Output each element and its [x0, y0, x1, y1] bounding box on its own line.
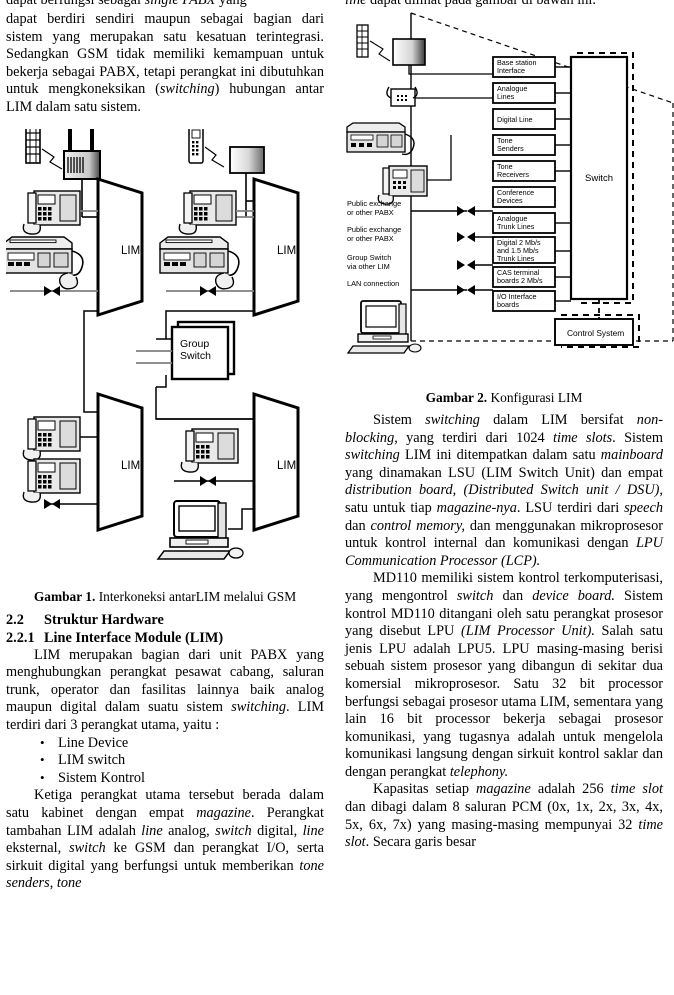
left-paragraph-1: dapat berdiri sendiri maupun sebagai bag… [6, 11, 324, 115]
left-label-1-line1: Public exchange [347, 225, 401, 234]
desk-phone [178, 189, 237, 235]
figure-2-caption-label: Gambar 2. [425, 390, 488, 405]
group-switch-label-line2: Switch [180, 350, 211, 362]
device-box-digital-trunk-lines: Digital 2 Mb/s and 1.5 Mb/s Trunk Lines [492, 236, 571, 264]
right-clipped-text: line dapat dilihat pada gambar di bawah … [345, 0, 596, 8]
left-paragraph-2: LIM merupakan bagian dari unit PABX yang… [6, 646, 324, 733]
figure-2-caption: Gambar 2. Konfigurasi LIM [345, 389, 663, 406]
figure-2-konfigurasi-lim: Public exchange or other PABX Public exc… [345, 11, 674, 381]
device-box-base-station-interface: Base station Interface [492, 56, 571, 78]
device-board-boxes: Base station Interface Analogue Lines Di… [492, 56, 571, 312]
trunk-line-bottom-left [44, 498, 98, 509]
right-paragraph-1: Sistem switching dalam LIM bersifat non-… [345, 412, 664, 569]
left-clipped-line: dapat berfungsi sebagai single PABX yang [6, 0, 324, 9]
heading-2-2: 2.2 Struktur Hardware [6, 611, 324, 629]
device-box-5-line2: Devices [497, 196, 523, 205]
desk-phone [22, 457, 81, 503]
device-box-1-line2: Lines [497, 92, 515, 101]
device-box-conference-devices: Conference Devices [492, 186, 556, 208]
fax-phone [6, 235, 84, 290]
left-label-2-line1: Group Switch [347, 253, 391, 262]
trunk-line-bottom-right [174, 475, 254, 486]
desk-phone [180, 427, 239, 473]
figure-1-svg: LIM LIM Group Switch LIM LIM [6, 128, 300, 560]
lim-components-list: Line Device LIM switch Sistem Kontrol [6, 734, 324, 788]
heading-2-2-1-number: 2.2.1 [6, 629, 35, 646]
trunk-line-left [10, 285, 98, 296]
device-box-tone-receivers: Tone Receivers [492, 160, 571, 182]
device-box-cas-terminal-boards: CAS terminal boards 2 Mb/s [492, 266, 571, 288]
figure-1-caption: Gambar 1. Interkoneksi antarLIM melalui … [6, 588, 324, 605]
device-box-digital-line: Digital Line [492, 108, 571, 130]
fax-phone [159, 235, 240, 290]
device-box-0-line2: Interface [497, 66, 525, 75]
list-item: Sistem Kontrol [6, 769, 324, 788]
left-label-1-line2: or other PABX [347, 234, 394, 243]
bts-tower-icon [356, 24, 391, 62]
lim-label: LIM [277, 245, 296, 257]
control-system-label: Control System [567, 328, 624, 338]
heading-2-2-number: 2.2 [6, 611, 24, 628]
device-box-3-line2: Senders [497, 144, 524, 153]
lim-label: LIM [121, 245, 140, 257]
device-box-6-line2: Trunk Lines [497, 222, 535, 231]
lim-label: LIM [277, 460, 296, 472]
figure-1-interkoneksi-antarlim: LIM LIM Group Switch LIM LIM [6, 128, 324, 584]
device-box-7-line3: Trunk Lines [497, 254, 535, 263]
figure-1-caption-label: Gambar 1. [33, 588, 96, 604]
heading-2-2-title: Struktur Hardware [44, 611, 164, 628]
device-box-tone-senders: Tone Senders [492, 134, 571, 156]
right-paragraph-2: MD110 memiliki sistem kontrol terkompute… [345, 570, 663, 780]
document-page: dapat berfungsi sebagai single PABX yang… [0, 0, 674, 995]
device-box-2-line1: Digital Line [497, 115, 533, 124]
computer-icon [346, 300, 422, 354]
right-paragraph-3: Kapasitas setiap magazine adalah 256 tim… [345, 781, 663, 851]
mobile-phone-right [188, 128, 225, 168]
desk-phone [22, 189, 81, 235]
fax-machine-icon [346, 122, 415, 156]
switch-label: Switch [585, 173, 613, 184]
list-item: Line Device [6, 734, 324, 753]
device-box-analogue-lines: Analogue Lines [492, 82, 571, 104]
figure-2-svg: Public exchange or other PABX Public exc… [346, 12, 674, 354]
external-connection-labels: Public exchange or other PABX Public exc… [347, 199, 493, 295]
heading-2-2-1: 2.2.1 Line Interface Module (LIM) [6, 629, 324, 647]
heading-2-2-1-title: Line Interface Module (LIM) [44, 629, 224, 646]
bts-tower-left [25, 128, 63, 170]
device-box-9-line2: boards [497, 300, 519, 309]
device-box-8-line2: boards 2 Mb/s [497, 276, 543, 285]
group-switch-node: Group Switch [136, 320, 236, 388]
base-station-unit-icon [392, 38, 493, 75]
device-box-analogue-trunk-lines: Analogue Trunk Lines [492, 212, 571, 234]
left-label-2-line2: via other LIM [347, 262, 390, 271]
group-switch-label-line1: Group [180, 338, 209, 350]
left-label-0-line1: Public exchange [347, 199, 401, 208]
control-system-block: Control System [554, 314, 640, 348]
lim-label: LIM [121, 460, 140, 472]
list-item: LIM switch [6, 751, 324, 770]
desk-phone [22, 415, 81, 461]
computer-workstation [156, 499, 244, 560]
left-column: dapat berfungsi sebagai single PABX yang… [6, 0, 324, 893]
analogue-phone-icon [386, 86, 493, 107]
figure-2-caption-text: Konfigurasi LIM [490, 390, 583, 405]
left-label-0-line2: or other PABX [347, 208, 394, 217]
switch-block: Switch [569, 52, 634, 319]
left-paragraph-3: Ketiga perangkat utama tersebut berada d… [6, 787, 325, 892]
right-column: line dapat dilihat pada gambar di bawah … [345, 0, 674, 852]
left-clipped-text: dapat berfungsi sebagai single PABX yang [6, 0, 247, 8]
trunk-line-right [166, 285, 254, 296]
device-box-io-interface-boards: I/O Interface boards [492, 290, 571, 312]
figure-1-caption-text: Interkoneksi antarLIM melalui GSM [98, 588, 297, 604]
right-clipped-line: line dapat dilihat pada gambar di bawah … [345, 0, 663, 9]
left-label-3-line1: LAN connection [347, 279, 399, 288]
device-box-4-line2: Receivers [497, 170, 529, 179]
